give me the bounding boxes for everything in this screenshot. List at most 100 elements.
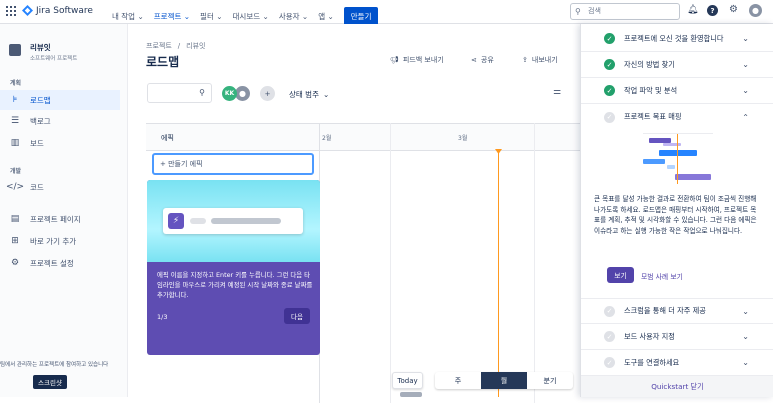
add-shortcut-icon: ⊞ [11, 236, 19, 246]
chevron-up-icon: ⌃ [742, 112, 749, 122]
export-icon: ⇪ [522, 56, 528, 64]
help-icon[interactable]: ? [707, 5, 718, 16]
search-input[interactable]: 검색 [570, 3, 680, 20]
share-icon: ⋖ [471, 56, 477, 64]
check-circle-icon: ✓ [604, 33, 615, 44]
breadcrumb-project[interactable]: 리뷰잇 [186, 41, 205, 51]
roadmap-main: 프로젝트 / 리뷰잇 로드맵 📢︎ 피드백 보내기 ⋖ 공유 ⇪ 내보내기 ⚲ KK … [128, 24, 580, 403]
app-name: Jira Software [36, 5, 93, 16]
horizontal-scrollbar[interactable] [400, 392, 422, 397]
onboarding-step: 1/3 [157, 313, 168, 321]
check-circle-icon: ✓ [604, 357, 615, 368]
check-circle-icon: ✓ [604, 85, 615, 96]
check-circle-icon: ✓ [604, 305, 615, 317]
top-navigation: Jira Software 내 작업 ⌄ 프로젝트 ⌄ 필터 ⌄ 대시보드 ⌄ … [0, 0, 773, 26]
best-practice-link[interactable]: 모범 사례 보기 [641, 271, 683, 281]
view-switcher: 주 월 분기 [435, 372, 573, 389]
user-avatar-icon[interactable]: ● [235, 86, 250, 101]
planning-section-label: 계획 [10, 80, 22, 87]
quickstart-panel: ✓ 프로젝트에 오신 것을 환영합니다 ⌄ ✓ 자신의 방법 찾기 ⌄ ✓ 작업… [580, 24, 773, 397]
team-managed-notice: 팀에서 관리하는 프로젝트에 참여하고 있습니다 [0, 362, 109, 368]
chevron-down-icon: ⌄ [742, 34, 749, 43]
quickstart-view-button[interactable]: 보기 [607, 267, 634, 283]
quickstart-item[interactable]: ✓ 보드 사용자 지정 ⌄ [581, 324, 773, 350]
check-circle-icon: ✓ [604, 111, 615, 123]
today-marker-head [495, 149, 502, 154]
project-icon [9, 44, 21, 56]
jira-logo-icon [22, 5, 33, 16]
today-marker [498, 151, 499, 397]
onboarding-spotlight: ⚡︎ 에픽 이름을 지정하고 Enter 키를 누릅니다. 그런 다음 타임라인… [147, 180, 320, 355]
quickstart-item-expanded[interactable]: ✓ 프로젝트 목표 매핑 ⌃ [581, 104, 773, 130]
quickstart-item[interactable]: ✓ 자신의 방법 찾기 ⌄ [581, 52, 773, 78]
lightning-icon: ⚡︎ [168, 213, 184, 229]
view-tab-quarter[interactable]: 분기 [527, 372, 573, 389]
check-circle-icon: ✓ [604, 59, 615, 70]
view-settings-icon[interactable]: ⚌ [553, 87, 561, 97]
chevron-down-icon: ⌄ [742, 306, 749, 316]
search-icon: ⚲ [199, 88, 205, 97]
quickstart-description: 큰 목표를 달성 가능한 결과로 전환하여 팀이 조금씩 진행해 나가도록 하세… [594, 195, 757, 235]
code-icon: </> [5, 182, 25, 192]
project-name: 리뷰잇 [30, 43, 51, 52]
sidebar-item-project-settings[interactable]: ⚙ 프로젝트 설정 [0, 253, 120, 273]
avatar[interactable]: KK [222, 86, 237, 101]
sidebar-item-code[interactable]: </> 코드 [0, 177, 120, 197]
roadmap-illustration [643, 130, 713, 184]
app-switcher-icon[interactable] [6, 6, 16, 16]
quickstart-item[interactable]: ✓ 도구를 연결하세요 ⌄ [581, 350, 773, 376]
view-tab-week[interactable]: 주 [435, 372, 481, 389]
breadcrumb: 프로젝트 / 리뷰잇 [146, 41, 206, 51]
settings-gear-icon: ⚙ [10, 258, 20, 268]
today-button[interactable]: Today [392, 372, 423, 389]
page-title: 로드맵 [146, 55, 180, 69]
quickstart-item[interactable]: ✓ 작업 파악 및 분석 ⌄ [581, 78, 773, 104]
quickstart-item[interactable]: ✓ 프로젝트에 오신 것을 환영합니다 ⌄ [581, 26, 773, 52]
share-button[interactable]: ⋖ 공유 [471, 55, 494, 65]
status-category-filter[interactable]: 상태 범주 ⌄ [289, 89, 329, 100]
sidebar-item-roadmap[interactable]: ⊧ 로드맵 [0, 90, 120, 110]
chevron-down-icon: ⌄ [742, 332, 749, 341]
roadmap-icon: ⊧ [12, 95, 18, 105]
profile-avatar[interactable]: ● [749, 4, 762, 17]
feedback-button[interactable]: 📢︎ 피드백 보내기 [390, 55, 444, 65]
month-label-mar: 3월 [458, 135, 468, 142]
sidebar-item-add-shortcut[interactable]: ⊞ 바로 가기 추가 [0, 231, 120, 251]
epic-column-header: 에픽 [161, 134, 174, 142]
quickstart-close-button[interactable]: Quickstart 닫기 [581, 376, 773, 397]
jira-logo[interactable]: Jira Software [22, 5, 93, 16]
notifications-icon[interactable]: 🔔︎ [687, 5, 698, 15]
roadmap-search-input[interactable]: ⚲ [147, 83, 212, 103]
nav-projects[interactable]: 프로젝트 ⌄ [154, 11, 190, 22]
megaphone-icon: 📢︎ [390, 56, 399, 64]
sidebar-item-backlog[interactable]: ☰ 백로그 [0, 111, 120, 131]
chevron-down-icon: ⌄ [742, 86, 749, 95]
nav-people[interactable]: 사용자 ⌄ [279, 11, 308, 22]
project-type: 소프트웨어 프로젝트 [30, 56, 78, 62]
onboarding-next-button[interactable]: 다음 [284, 308, 310, 324]
board-icon: ▥ [10, 138, 20, 148]
view-tab-month[interactable]: 월 [481, 372, 527, 389]
sidebar-item-board[interactable]: ▥ 보드 [0, 133, 120, 153]
nav-my-work[interactable]: 내 작업 ⌄ [112, 11, 144, 22]
sidebar-item-project-pages[interactable]: ▤ 프로젝트 페이지 [0, 209, 120, 229]
breadcrumb-projects[interactable]: 프로젝트 [146, 41, 172, 51]
chevron-down-icon: ⌄ [742, 358, 749, 367]
project-sidebar: 리뷰잇 소프트웨어 프로젝트 계획 ⊧ 로드맵 ☰ 백로그 ▥ 보드 개발 </> 코드… [0, 24, 128, 397]
onboarding-text: 에픽 이름을 지정하고 Enter 키를 누릅니다. 그런 다음 타임라인을 마… [157, 271, 313, 299]
nav-dashboards[interactable]: 대시보드 ⌄ [233, 11, 269, 22]
create-epic-button[interactable]: + 만들기 에픽 [152, 153, 314, 175]
add-people-icon[interactable]: + [260, 86, 275, 101]
timeline-header [146, 123, 580, 151]
nav-filters[interactable]: 필터 ⌄ [200, 11, 222, 22]
export-button[interactable]: ⇪ 내보내기 [522, 55, 558, 65]
page-icon: ▤ [10, 214, 20, 224]
backlog-icon: ☰ [10, 116, 20, 126]
screenshot-tooltip: 스크린샷 [33, 375, 67, 389]
month-label-feb: 2월 [322, 135, 332, 142]
onboarding-illustration: ⚡︎ [147, 180, 320, 262]
development-section-label: 개발 [10, 168, 22, 175]
nav-apps[interactable]: 앱 ⌄ [318, 11, 334, 22]
quickstart-item[interactable]: ✓ 스크럼을 통해 더 자주 제공 ⌄ [581, 298, 773, 324]
settings-icon[interactable]: ⚙ [729, 4, 738, 15]
